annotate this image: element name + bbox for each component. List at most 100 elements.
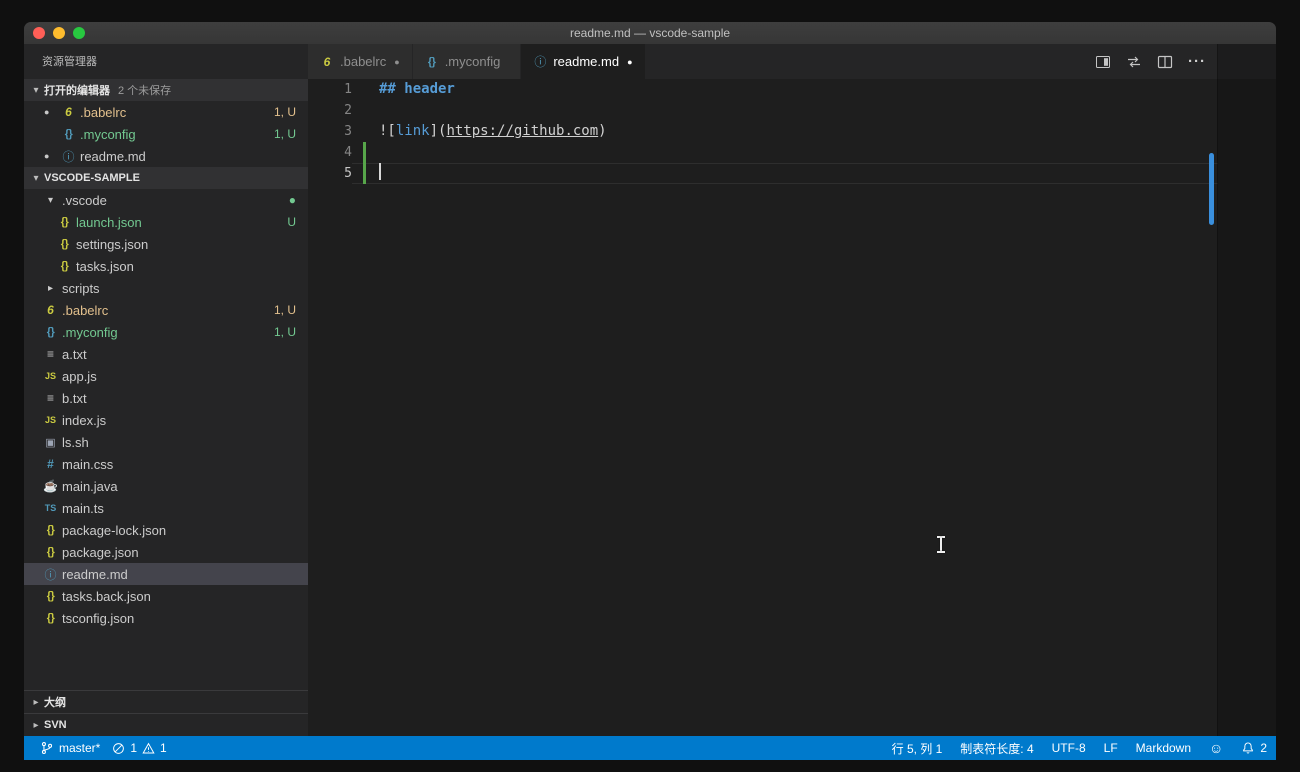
info-icon: ⓘ	[533, 53, 547, 70]
tree-item[interactable]: {} settings.json	[24, 233, 308, 255]
open-editor-item[interactable]: {} .myconfig 1, U	[24, 123, 308, 145]
indentation-status[interactable]: 制表符长度: 4	[951, 736, 1042, 760]
language-mode-status[interactable]: Markdown	[1127, 736, 1200, 760]
code-line[interactable]: 3 ![link](https://github.com)	[308, 121, 1218, 142]
file-name: tasks.back.json	[62, 589, 151, 604]
file-name: .myconfig	[62, 325, 118, 340]
title-bar[interactable]: readme.md — vscode-sample	[24, 22, 1276, 44]
git-branch-status[interactable]: master*	[34, 736, 106, 760]
sidebar-spacer	[24, 629, 308, 690]
eol-status[interactable]: LF	[1095, 736, 1127, 760]
tree-item[interactable]: ≡ a.txt	[24, 343, 308, 365]
traffic-lights	[33, 27, 85, 39]
file-icon: {}	[56, 238, 73, 250]
tab-babelrc[interactable]: 6 .babelrc ●	[308, 44, 413, 79]
tree-item[interactable]: 6 .babelrc 1, U	[24, 299, 308, 321]
outline-section-header[interactable]: ▸ 大纲	[24, 690, 308, 713]
file-icon: {}	[42, 546, 59, 558]
more-actions-icon[interactable]: ···	[1188, 57, 1206, 67]
open-editors-list: ● 6 .babelrc 1, U {} .myconfig 1, U ● ⓘ	[24, 101, 308, 167]
tree-item[interactable]: TS main.ts	[24, 497, 308, 519]
file-name: launch.json	[76, 215, 142, 230]
file-icon: #	[42, 457, 59, 471]
file-name: tasks.json	[76, 259, 134, 274]
error-count: 1	[130, 741, 137, 755]
file-icon: {}	[56, 216, 73, 228]
line-number: 5	[308, 163, 352, 184]
code-line[interactable]: 2	[308, 100, 1218, 121]
file-icon: ≡	[42, 391, 59, 405]
markdown-punctuation: ![	[379, 123, 396, 139]
tab-readme[interactable]: ⓘ readme.md ●	[521, 44, 645, 79]
tree-item[interactable]: {} package-lock.json	[24, 519, 308, 541]
scrollbar-marker[interactable]	[1209, 153, 1214, 225]
tree-item[interactable]: {} launch.json U	[24, 211, 308, 233]
file-name: a.txt	[62, 347, 87, 362]
split-editor-icon[interactable]	[1157, 54, 1173, 70]
git-status-badge: U	[287, 215, 296, 229]
file-name: settings.json	[76, 237, 148, 252]
file-icon: ☕	[42, 479, 59, 493]
file-name: package.json	[62, 545, 139, 560]
tree-item[interactable]: ▸ scripts	[24, 277, 308, 299]
tree-item[interactable]: {} tasks.back.json	[24, 585, 308, 607]
open-editor-item[interactable]: ● 6 .babelrc 1, U	[24, 101, 308, 123]
warning-icon	[142, 742, 155, 755]
file-icon: {}	[60, 128, 77, 140]
tab-myconfig[interactable]: {} .myconfig	[413, 44, 522, 79]
maximize-window-button[interactable]	[73, 27, 85, 39]
tree-item[interactable]: {} tsconfig.json	[24, 607, 308, 629]
file-icon: ≡	[42, 347, 59, 361]
tree-item[interactable]: ⓘ readme.md	[24, 563, 308, 585]
svn-section-label: SVN	[44, 719, 67, 731]
file-name: .vscode	[62, 193, 107, 208]
feedback-smiley[interactable]: ☺	[1200, 736, 1232, 760]
tab-label: readme.md	[553, 54, 619, 69]
branch-name: master*	[59, 741, 100, 755]
bell-icon	[1241, 741, 1255, 755]
code-editor[interactable]: 1 ## header 2 3 ![link](https://github.c…	[308, 79, 1276, 736]
encoding-status[interactable]: UTF-8	[1043, 736, 1095, 760]
file-icon: {}	[42, 612, 59, 624]
text-caret	[379, 163, 381, 180]
open-preview-icon[interactable]	[1095, 54, 1111, 70]
babel-icon: 6	[320, 55, 334, 69]
notifications-bell[interactable]: 2	[1232, 736, 1276, 760]
cursor-position-status[interactable]: 行 5, 列 1	[883, 736, 952, 760]
markdown-link-text: link	[396, 123, 430, 139]
tree-item[interactable]: JS index.js	[24, 409, 308, 431]
open-editors-header[interactable]: ▾ 打开的编辑器 2 个未保存	[24, 79, 308, 101]
open-editor-item[interactable]: ● ⓘ readme.md	[24, 145, 308, 167]
file-name: index.js	[62, 413, 106, 428]
tree-item[interactable]: ▾ .vscode ●	[24, 189, 308, 211]
minimize-window-button[interactable]	[53, 27, 65, 39]
tree-item[interactable]: {} tasks.json	[24, 255, 308, 277]
file-icon: 6	[60, 105, 77, 119]
line-number: 2	[308, 100, 352, 121]
tree-item[interactable]: ▣ ls.sh	[24, 431, 308, 453]
tree-item[interactable]: # main.css	[24, 453, 308, 475]
code-line[interactable]: 1 ## header	[308, 79, 1218, 100]
code-line-current[interactable]: 5	[308, 163, 1218, 184]
tree-item[interactable]: {} .myconfig 1, U	[24, 321, 308, 343]
project-root-header[interactable]: ▾ VSCODE-SAMPLE	[24, 167, 308, 189]
screen: readme.md — vscode-sample 资源管理器 ▾ 打开的编辑器…	[0, 0, 1300, 772]
tab-bar: 6 .babelrc ● {} .myconfig ⓘ readme.md ●	[308, 44, 1276, 79]
line-number: 4	[308, 142, 352, 163]
open-editors-label: 打开的编辑器	[44, 82, 110, 98]
file-name: main.java	[62, 479, 118, 494]
tree-item[interactable]: ☕ main.java	[24, 475, 308, 497]
tab-label: .babelrc	[340, 54, 386, 69]
svn-section-header[interactable]: ▸ SVN	[24, 713, 308, 736]
tree-item[interactable]: JS app.js	[24, 365, 308, 387]
code-line[interactable]: 4	[308, 142, 1218, 163]
close-window-button[interactable]	[33, 27, 45, 39]
tree-item[interactable]: ≡ b.txt	[24, 387, 308, 409]
file-name: ls.sh	[62, 435, 89, 450]
problems-status[interactable]: 1 1	[106, 736, 172, 760]
open-changes-icon[interactable]	[1126, 54, 1142, 70]
file-icon: ▾	[42, 195, 59, 206]
file-name: scripts	[62, 281, 100, 296]
tree-item[interactable]: {} package.json	[24, 541, 308, 563]
file-name: .babelrc	[62, 303, 108, 318]
